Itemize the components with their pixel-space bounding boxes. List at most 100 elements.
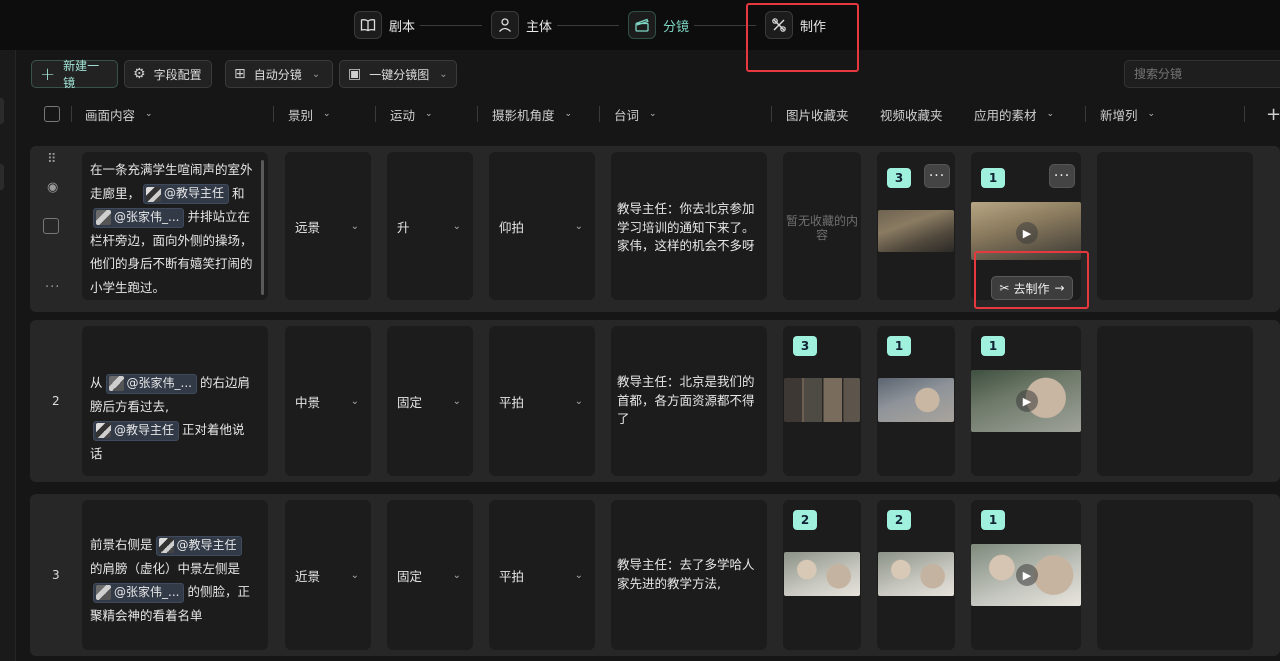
- dialogue-text: 教导主任：去了多学哈人家先进的教学方法,: [617, 557, 755, 591]
- content-text: 从 @张家伟_... 的右边肩膀后方看过去, @教导主任 正对着他说话: [90, 373, 250, 461]
- new-column-cell[interactable]: [1097, 326, 1253, 476]
- field-config-button[interactable]: ⚙ 字段配置: [124, 60, 212, 88]
- character-tag[interactable]: @张家伟_...: [93, 582, 185, 603]
- column-divider: [599, 106, 600, 122]
- motion-select[interactable]: 固定 ⌄: [387, 500, 473, 650]
- eye-icon[interactable]: ◉: [47, 180, 58, 195]
- auto-split-button[interactable]: ⊞ 自动分镜 ⌄: [225, 60, 333, 88]
- shot-size-select[interactable]: 远景 ⌄: [285, 152, 371, 300]
- gear-icon: ⚙: [133, 66, 146, 82]
- video-fav-cell[interactable]: 1: [877, 326, 955, 476]
- scrollbar[interactable]: [261, 160, 264, 295]
- column-header-dialogue[interactable]: 台词 ⌄: [614, 100, 657, 128]
- chevron-down-icon: ⌄: [564, 109, 573, 119]
- select-all-checkbox[interactable]: [44, 106, 60, 122]
- column-header-new[interactable]: 新增列 ⌄: [1100, 100, 1155, 128]
- clapper-icon: [628, 11, 656, 39]
- panel-handle[interactable]: [0, 98, 4, 124]
- content-text: 前景右侧是 @教导主任 的肩膀（虚化）中景左侧是 @张家伟_... 的侧脸，正聚精会神的…: [90, 535, 250, 623]
- character-tag[interactable]: @张家伟_...: [105, 373, 197, 394]
- column-divider: [477, 106, 478, 122]
- dialogue-cell[interactable]: 教导主任：去了多学哈人家先进的教学方法,: [611, 500, 767, 650]
- play-icon[interactable]: ▶: [1016, 564, 1038, 586]
- image-thumbnail[interactable]: [784, 378, 860, 422]
- step-script[interactable]: 剧本: [354, 10, 415, 40]
- chevron-down-icon: ⌄: [452, 395, 461, 407]
- angle-select[interactable]: 平拍 ⌄: [489, 326, 595, 476]
- character-tag[interactable]: @张家伟_...: [93, 207, 185, 228]
- chevron-down-icon: ⌄: [452, 220, 461, 232]
- row-checkbox[interactable]: [43, 218, 59, 234]
- dialogue-cell[interactable]: 教导主任：你去北京参加学习培训的通知下来了。家伟，这样的机会不多呀: [611, 152, 767, 300]
- chevron-down-icon: ⌄: [145, 109, 153, 119]
- video-thumbnail[interactable]: ▶: [971, 370, 1081, 432]
- dialogue-cell[interactable]: 教导主任：北京是我们的首都，各方面资源都不得了: [611, 326, 767, 476]
- image-fav-cell[interactable]: 3: [783, 326, 861, 476]
- step-subject[interactable]: 主体: [491, 10, 552, 40]
- character-tag[interactable]: @教导主任: [143, 184, 230, 204]
- column-header-applied[interactable]: 应用的素材 ⌄: [974, 100, 1054, 128]
- play-icon[interactable]: ▶: [1016, 390, 1038, 412]
- image-thumbnail[interactable]: [784, 552, 860, 596]
- table-row[interactable]: ⠿ ◉ ··· 在一条充满学生喧闹声的室外走廊里， @教导主任和 @张家伟_... 并…: [30, 146, 1280, 312]
- column-header-shot-size[interactable]: 景别 ⌄: [288, 100, 331, 128]
- character-tag[interactable]: @教导主任: [155, 535, 242, 556]
- column-header-content[interactable]: 画面内容 ⌄: [85, 100, 153, 128]
- book-icon: [354, 11, 382, 39]
- count-badge: 1: [887, 336, 911, 356]
- image-fav-cell[interactable]: 2: [783, 500, 861, 650]
- count-badge: 2: [887, 510, 911, 530]
- plus-icon: +: [40, 63, 56, 85]
- more-button[interactable]: ···: [924, 164, 950, 188]
- column-header-motion[interactable]: 运动 ⌄: [390, 100, 433, 128]
- chevron-down-icon: ⌄: [1046, 109, 1055, 119]
- motion-select[interactable]: 升 ⌄: [387, 152, 473, 300]
- content-cell[interactable]: 从 @张家伟_... 的右边肩膀后方看过去, @教导主任 正对着他说话: [82, 326, 268, 476]
- content-cell[interactable]: 在一条充满学生喧闹声的室外走廊里， @教导主任和 @张家伟_... 并排站立在栏杆旁边…: [82, 152, 268, 300]
- more-icon[interactable]: ···: [45, 280, 60, 295]
- step-storyboard[interactable]: 分镜: [628, 10, 689, 40]
- video-fav-cell[interactable]: 3 ···: [877, 152, 955, 300]
- shot-size-select[interactable]: 中景 ⌄: [285, 326, 371, 476]
- shot-size-select[interactable]: 近景 ⌄: [285, 500, 371, 650]
- column-header-image-fav[interactable]: 图片收藏夹: [786, 100, 849, 128]
- video-thumbnail[interactable]: ▶: [971, 544, 1081, 606]
- table-header: 画面内容 ⌄ 景别 ⌄ 运动 ⌄ 摄影机角度 ⌄ 台词 ⌄ 图片收藏夹 视频收藏夹 应用的…: [30, 100, 1280, 128]
- count-badge: 1: [981, 510, 1005, 530]
- video-fav-cell[interactable]: 2: [877, 500, 955, 650]
- applied-cell[interactable]: 1 ▶: [971, 326, 1081, 476]
- column-header-angle[interactable]: 摄影机角度 ⌄: [492, 100, 572, 128]
- angle-select[interactable]: 平拍 ⌄: [489, 500, 595, 650]
- new-column-cell[interactable]: [1097, 500, 1253, 650]
- one-click-storyboard-button[interactable]: ▣ 一键分镜图 ⌄: [339, 60, 457, 88]
- count-badge: 2: [793, 510, 817, 530]
- column-header-video-fav[interactable]: 视频收藏夹: [880, 100, 943, 128]
- character-tag[interactable]: @教导主任: [93, 420, 180, 441]
- table-row[interactable]: 2 从 @张家伟_... 的右边肩膀后方看过去, @教导主任 正对着他说话 中景 ⌄ 固定…: [30, 320, 1280, 482]
- drag-handle-icon[interactable]: ⠿: [47, 152, 57, 167]
- add-column-button[interactable]: +: [1266, 100, 1280, 128]
- user-icon: [491, 11, 519, 39]
- count-badge: 3: [793, 336, 817, 356]
- image-fav-cell[interactable]: 暂无收藏的内容: [783, 152, 861, 300]
- more-button[interactable]: ···: [1049, 164, 1075, 188]
- avatar: [108, 376, 124, 391]
- chevron-down-icon: ⌄: [1147, 109, 1156, 119]
- new-column-cell[interactable]: [1097, 152, 1253, 300]
- motion-select[interactable]: 固定 ⌄: [387, 326, 473, 476]
- grid-icon: ⊞: [234, 66, 246, 82]
- count-badge: 1: [981, 336, 1005, 356]
- video-thumbnail[interactable]: [878, 210, 954, 252]
- new-shot-button[interactable]: + 新建一镜: [31, 59, 118, 90]
- content-cell[interactable]: 前景右侧是 @教导主任 的肩膀（虚化）中景左侧是 @张家伟_... 的侧脸，正聚精会神的…: [82, 500, 268, 650]
- chevron-down-icon: ⌄: [323, 109, 331, 119]
- panel-handle[interactable]: [0, 164, 4, 190]
- video-thumbnail[interactable]: [878, 552, 954, 596]
- video-thumbnail[interactable]: [878, 378, 954, 422]
- table-row[interactable]: 3 前景右侧是 @教导主任 的肩膀（虚化）中景左侧是 @张家伟_... 的侧脸，正聚精会…: [30, 494, 1280, 656]
- angle-select[interactable]: 仰拍 ⌄: [489, 152, 595, 300]
- play-icon[interactable]: ▶: [1016, 222, 1038, 244]
- applied-cell[interactable]: 1 ▶: [971, 500, 1081, 650]
- search-input[interactable]: [1124, 60, 1280, 88]
- image-icon: ▣: [348, 66, 362, 82]
